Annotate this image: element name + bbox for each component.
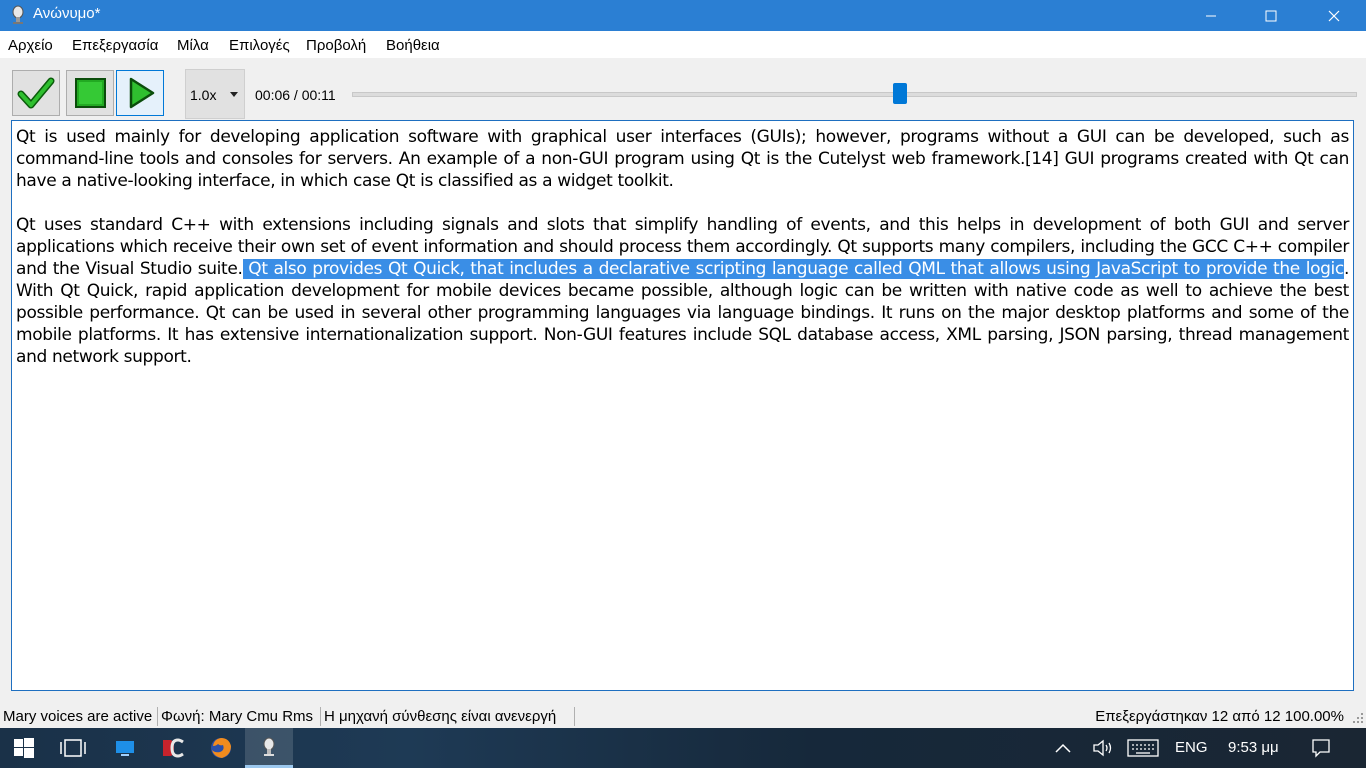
- menu-edit[interactable]: Επεξεργασία: [72, 37, 158, 54]
- dc-app-icon: [163, 738, 184, 758]
- status-separator: [574, 707, 575, 726]
- minimize-button[interactable]: [1180, 0, 1242, 31]
- paragraph-2: Qt uses standard C++ with extensions inc…: [16, 214, 1349, 368]
- maximize-icon: [1265, 10, 1277, 21]
- notifications-icon: [1312, 739, 1330, 758]
- checkmark-icon: [17, 77, 55, 109]
- notifications-button[interactable]: [1298, 728, 1344, 768]
- microphone-app-icon: [263, 737, 275, 756]
- menu-options[interactable]: Επιλογές: [229, 37, 290, 54]
- status-separator: [157, 707, 158, 726]
- status-bar: Mary voices are active Φωνή: Mary Cmu Rm…: [0, 704, 1366, 728]
- menu-help[interactable]: Βοήθεια: [386, 37, 440, 54]
- title-bar: Ανώνυμο*: [0, 0, 1366, 31]
- chevron-up-icon: [1055, 743, 1071, 753]
- desktop-app-icon: [116, 741, 134, 756]
- window-title: Ανώνυμο*: [33, 5, 101, 22]
- touch-keyboard-button[interactable]: [1120, 728, 1166, 768]
- text-editor[interactable]: Qt is used mainly for developing applica…: [11, 120, 1354, 691]
- stop-button[interactable]: [66, 70, 114, 116]
- maximize-button[interactable]: [1240, 0, 1302, 31]
- keyboard-icon: [1127, 739, 1159, 757]
- progress-slider-thumb[interactable]: [893, 83, 907, 104]
- task-view-icon: [60, 739, 86, 757]
- status-progress: Επεξεργάστηκαν 12 από 12 100.00%: [1095, 708, 1344, 725]
- start-button[interactable]: [0, 728, 48, 768]
- play-icon: [129, 77, 155, 109]
- language-indicator[interactable]: ENG: [1175, 739, 1208, 756]
- dropdown-arrow-icon: [230, 92, 238, 97]
- time-label: 00:06 / 00:11: [255, 87, 336, 103]
- speed-value: 1.0x: [190, 87, 217, 103]
- microphone-app-icon: [12, 5, 24, 24]
- paragraph-1: Qt is used mainly for developing applica…: [16, 127, 1349, 191]
- taskbar: [0, 728, 1366, 768]
- taskbar-firefox[interactable]: [197, 728, 245, 768]
- taskbar-active-app[interactable]: [245, 728, 293, 768]
- status-separator: [320, 707, 321, 726]
- status-voices-active: Mary voices are active: [3, 708, 153, 725]
- progress-track[interactable]: [352, 92, 1357, 97]
- close-icon: [1328, 10, 1340, 21]
- menu-view[interactable]: Προβολή: [306, 37, 366, 54]
- check-button[interactable]: [12, 70, 60, 116]
- stop-icon: [75, 78, 106, 108]
- windows-start-icon: [14, 738, 34, 758]
- close-button[interactable]: [1303, 0, 1365, 31]
- selected-text: Qt also provides Qt Quick, that includes…: [242, 259, 1344, 279]
- firefox-icon: [211, 738, 231, 758]
- speed-dropdown[interactable]: 1.0x: [185, 69, 245, 119]
- task-view-button[interactable]: [49, 728, 97, 768]
- taskbar-dc-app[interactable]: [149, 728, 197, 768]
- menu-speak[interactable]: Μίλα: [177, 37, 209, 54]
- resize-grip-icon[interactable]: [1352, 712, 1364, 724]
- minimize-icon: [1206, 15, 1216, 16]
- menu-file[interactable]: Αρχείο: [8, 37, 53, 54]
- play-button[interactable]: [116, 70, 164, 116]
- status-voice: Φωνή: Mary Cmu Rms: [161, 708, 314, 725]
- taskbar-desktop-app[interactable]: [101, 728, 149, 768]
- volume-icon: [1093, 739, 1112, 757]
- status-engine: Η μηχανή σύνθεσης είναι ανενεργή: [324, 708, 557, 725]
- clock[interactable]: 9:53 μμ: [1228, 739, 1279, 756]
